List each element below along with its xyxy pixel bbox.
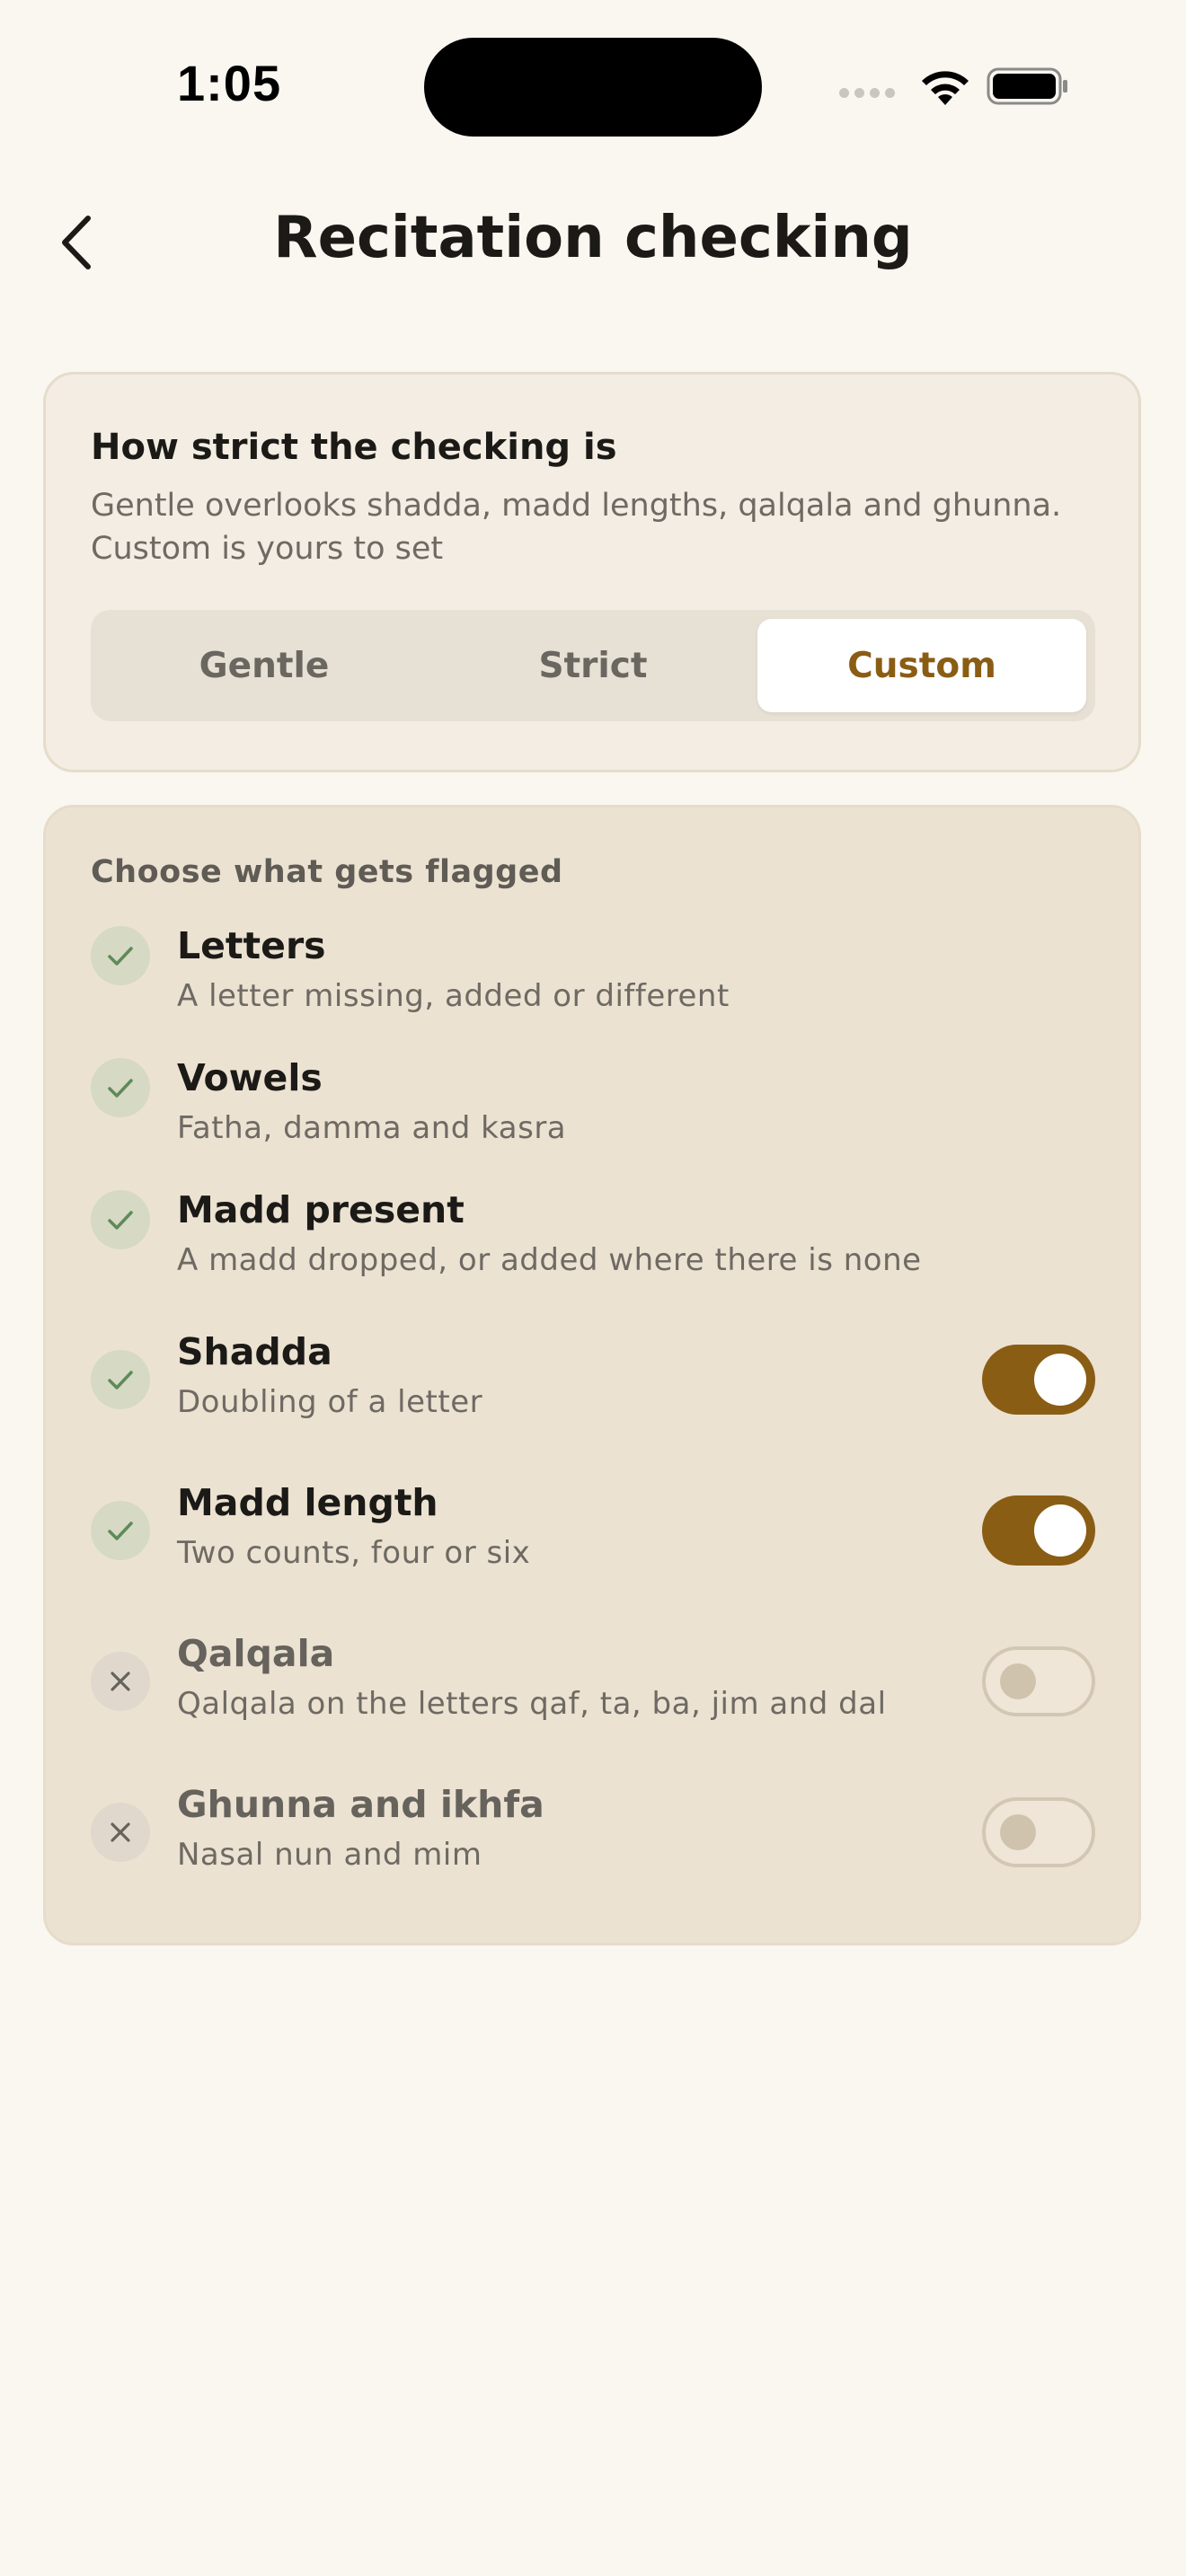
cellular-signal-icon: [839, 87, 895, 98]
segment-strict[interactable]: Strict: [429, 619, 757, 712]
wifi-icon: [922, 71, 969, 105]
check-icon: [91, 1350, 150, 1409]
check-icon: [91, 1190, 150, 1249]
flags-card: Choose what gets flagged Letters A lette…: [43, 805, 1141, 1945]
segment-custom[interactable]: Custom: [757, 619, 1086, 712]
flag-item-qalqala: Qalqala Qalqala on the letters qaf, ta, …: [91, 1632, 1095, 1740]
check-icon: [91, 926, 150, 985]
flag-title: Ghunna and ikhfa: [177, 1783, 544, 1826]
battery-icon: [987, 67, 1067, 105]
flag-item-letters: Letters A letter missing, added or diffe…: [91, 924, 1095, 1032]
flag-item-shadda: Shadda Doubling of a letter: [91, 1330, 1095, 1438]
status-bar: 1:05: [0, 0, 1186, 180]
ghunna-ikhfa-toggle[interactable]: [982, 1797, 1095, 1867]
flag-item-ghunna-ikhfa: Ghunna and ikhfa Nasal nun and mim: [91, 1783, 1095, 1891]
qalqala-toggle[interactable]: [982, 1646, 1095, 1716]
close-icon: [91, 1652, 150, 1711]
flag-title: Madd length: [177, 1481, 438, 1524]
flag-title: Qalqala: [177, 1632, 335, 1675]
madd-length-toggle[interactable]: [982, 1495, 1095, 1566]
flag-item-vowels: Vowels Fatha, damma and kasra: [91, 1056, 1095, 1164]
check-icon: [91, 1058, 150, 1117]
flag-subtitle: A madd dropped, or added where there is …: [177, 1242, 922, 1278]
flag-subtitle: Qalqala on the letters qaf, ta, ba, jim …: [177, 1686, 887, 1722]
status-time: 1:05: [177, 55, 282, 111]
shadda-toggle[interactable]: [982, 1345, 1095, 1415]
flag-title: Shadda: [177, 1330, 332, 1373]
close-icon: [91, 1803, 150, 1862]
dynamic-island: [424, 38, 762, 137]
strictness-description: Gentle overlooks shadda, madd lengths, q…: [91, 488, 1062, 567]
toggle-knob: [1034, 1504, 1086, 1557]
flag-item-madd-present: Madd present A madd dropped, or added wh…: [91, 1188, 1095, 1296]
flag-subtitle: Two counts, four or six: [177, 1535, 531, 1571]
flag-subtitle: Nasal nun and mim: [177, 1837, 482, 1873]
status-icons: [839, 65, 1069, 108]
toggle-knob: [1000, 1814, 1036, 1850]
strictness-heading: How strict the checking is: [91, 427, 617, 468]
flag-subtitle: A letter missing, added or different: [177, 978, 730, 1014]
flag-title: Vowels: [177, 1056, 323, 1099]
flag-subtitle: Fatha, damma and kasra: [177, 1110, 567, 1146]
flag-item-madd-length: Madd length Two counts, four or six: [91, 1481, 1095, 1589]
toggle-knob: [1000, 1663, 1036, 1699]
check-icon: [91, 1501, 150, 1560]
flag-title: Letters: [177, 924, 326, 967]
flags-heading: Choose what gets flagged: [91, 854, 563, 890]
strictness-card: How strict the checking is Gentle overlo…: [43, 372, 1141, 772]
flag-title: Madd present: [177, 1188, 465, 1231]
toggle-knob: [1034, 1354, 1086, 1406]
segment-gentle[interactable]: Gentle: [100, 619, 429, 712]
strictness-segmented-control: Gentle Strict Custom: [91, 610, 1095, 721]
flag-subtitle: Doubling of a letter: [177, 1384, 483, 1420]
page-title: Recitation checking: [273, 205, 913, 271]
